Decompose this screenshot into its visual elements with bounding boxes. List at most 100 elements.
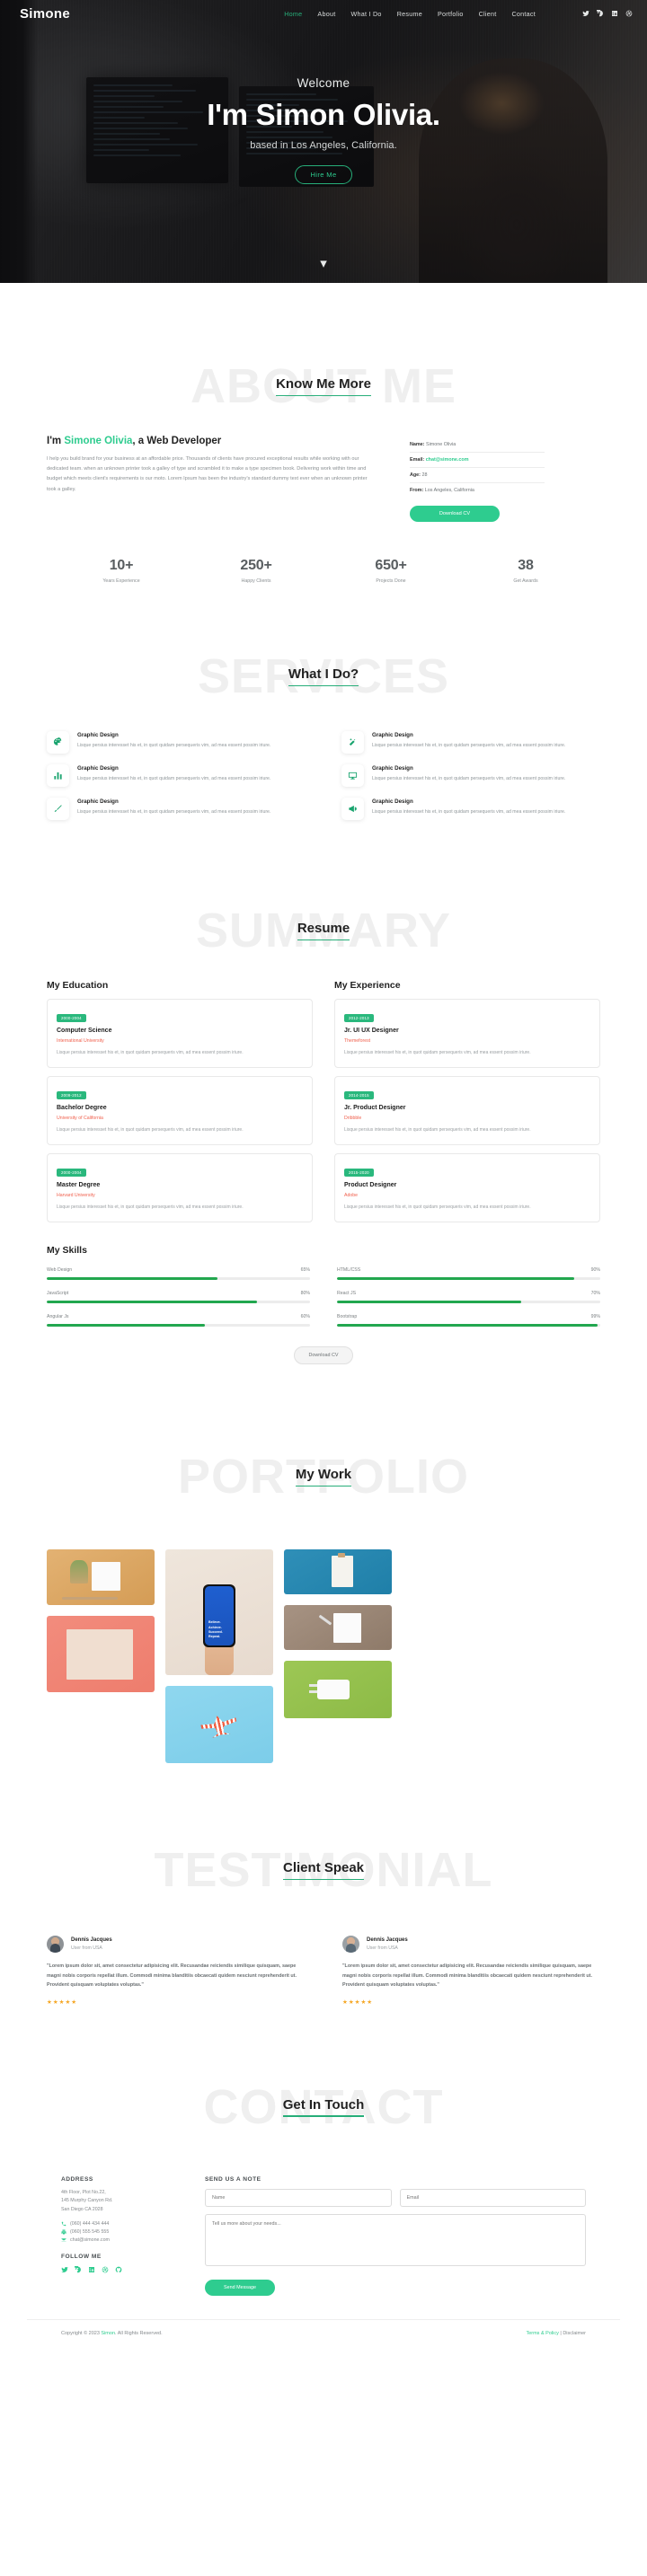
skill-item: Web Design 65% xyxy=(47,1267,310,1280)
email-input[interactable] xyxy=(399,2188,586,2207)
copyright-brand[interactable]: Simon xyxy=(101,2331,115,2336)
about-detail-email: Email: chat@simone.com xyxy=(410,453,545,468)
portfolio-tile-desk-plant-frame[interactable] xyxy=(47,1549,155,1605)
service-card[interactable]: Graphic Design Lisque persius interesset… xyxy=(341,726,600,759)
stat-projects-done: 650+ Projects Done xyxy=(324,558,458,584)
service-title: Graphic Design xyxy=(77,765,119,772)
skill-pct: 80% xyxy=(300,1291,310,1296)
paint-brush-icon xyxy=(47,798,69,820)
nav-menu: Home About What I Do Resume Portfolio Cl… xyxy=(284,10,536,18)
education-card: 2000-2004 Computer Science International… xyxy=(47,999,313,1068)
header-social-links xyxy=(582,10,633,17)
site-brand[interactable]: Simone xyxy=(20,6,70,22)
portfolio-tile-green-charger[interactable] xyxy=(284,1661,392,1718)
portfolio-tile-paper-plane[interactable] xyxy=(165,1686,273,1763)
bar-chart-icon xyxy=(47,764,69,787)
contact-fax[interactable]: (060) 555 545 555 xyxy=(61,2229,180,2235)
twitter-icon[interactable] xyxy=(582,10,589,17)
nav-item-what-i-do[interactable]: What I Do xyxy=(350,10,381,18)
portfolio-tile-stacked-papers[interactable] xyxy=(47,1616,155,1692)
dribbble-icon[interactable] xyxy=(625,10,633,17)
about-body-text: I help you build brand for your business… xyxy=(47,456,368,492)
send-message-button[interactable]: Send Message xyxy=(205,2279,275,2296)
portfolio-tile-blue-note-card[interactable] xyxy=(284,1549,392,1594)
contact-phone[interactable]: (060) 444 434 444 xyxy=(61,2221,180,2227)
stat-years-experience: 10+ Years Experience xyxy=(54,558,189,584)
download-cv-button-about[interactable]: Download CV xyxy=(410,506,500,522)
service-desc: Lisque persius interesset his et, in quo… xyxy=(77,776,271,781)
top-navigation-bar: Simone Home About What I Do Resume Portf… xyxy=(0,0,647,27)
about-detail-email-value[interactable]: chat@simone.com xyxy=(426,457,469,463)
education-org: Harvard University xyxy=(57,1193,95,1198)
hire-me-button[interactable]: Hire Me xyxy=(295,164,352,184)
skill-pct: 70% xyxy=(590,1291,600,1296)
hero-section: Simone Home About What I Do Resume Portf… xyxy=(0,0,647,283)
testimonial-card: Dennis Jacques User from USA "Lorem ipsu… xyxy=(342,1936,600,2006)
avatar xyxy=(342,1936,359,1953)
services-section-header: SERVICES What I Do? xyxy=(27,627,620,726)
skills-heading: My Skills xyxy=(47,1245,87,1256)
github-icon[interactable] xyxy=(115,2266,122,2273)
education-org: International University xyxy=(57,1038,104,1044)
stat-value: 250+ xyxy=(240,558,272,573)
testimonial-quote: "Lorem ipsum dolor sit, amet consectetur… xyxy=(342,1963,592,1989)
service-body: Graphic Design Lisque persius interesset… xyxy=(372,764,565,787)
experience-desc: Lisque persius interesset his et, in quo… xyxy=(344,1204,531,1210)
testimonial-author-name: Dennis Jacques xyxy=(367,1937,408,1943)
service-desc: Lisque persius interesset his et, in quo… xyxy=(372,776,566,781)
linkedin-icon[interactable] xyxy=(611,10,618,17)
service-title: Graphic Design xyxy=(372,765,413,772)
linkedin-icon[interactable] xyxy=(88,2266,95,2273)
skill-name: JavaScript xyxy=(47,1291,69,1296)
about-detail-from-value: Los Angeles, California xyxy=(424,488,474,493)
service-card[interactable]: Graphic Design Lisque persius interesset… xyxy=(47,726,306,759)
download-cv-button-resume[interactable]: Download CV xyxy=(293,1346,354,1364)
disclaimer-link[interactable]: Disclaimer xyxy=(563,2331,586,2336)
portfolio-tile-hand-holding-phone[interactable]: Believe. Achieve. Succeed. Repeat. xyxy=(165,1549,273,1675)
experience-years-badge: 2014-2015 xyxy=(344,1091,374,1099)
nav-item-home[interactable]: Home xyxy=(284,10,302,18)
service-card[interactable]: Graphic Design Lisque persius interesset… xyxy=(47,759,306,792)
services-grid: Graphic Design Lisque persius interesset… xyxy=(27,726,620,825)
rating-stars: ★★★★★ xyxy=(47,1998,78,2006)
nav-item-resume[interactable]: Resume xyxy=(397,10,422,18)
facebook-icon[interactable] xyxy=(597,10,604,17)
address-block: ADDRESS 4th Floor, Plot No.22, 145 Murph… xyxy=(61,2176,180,2273)
stat-value: 38 xyxy=(518,558,534,573)
skills-grid: Web Design 65% HTML/CSS 90% JavaScript 80% … xyxy=(27,1267,620,1327)
nav-item-portfolio[interactable]: Portfolio xyxy=(438,10,464,18)
education-desc: Lisque persius interesset his et, in quo… xyxy=(57,1050,244,1055)
message-textarea[interactable] xyxy=(205,2213,586,2266)
twitter-icon[interactable] xyxy=(61,2266,68,2273)
skill-name: React JS xyxy=(337,1291,357,1296)
testimonial-section-title: Client Speak xyxy=(282,1860,365,1880)
footer-links: Terms & Policy | Disclaimer xyxy=(526,2331,586,2336)
terms-policy-link[interactable]: Terms & Policy xyxy=(526,2331,558,2336)
nav-item-contact[interactable]: Contact xyxy=(511,10,536,18)
follow-heading: FOLLOW ME xyxy=(61,2253,102,2260)
service-card[interactable]: Graphic Design Lisque persius interesset… xyxy=(47,792,306,825)
chevron-down-icon[interactable]: ▾ xyxy=(320,257,327,270)
about-heading-pre: I'm xyxy=(47,436,65,446)
skill-item: Angular Js 60% xyxy=(47,1314,310,1327)
contact-email[interactable]: chat@simone.com xyxy=(61,2237,180,2243)
nav-item-client[interactable]: Client xyxy=(479,10,497,18)
skill-bar xyxy=(47,1277,310,1280)
magic-wand-icon xyxy=(341,731,364,754)
facebook-icon[interactable] xyxy=(75,2265,82,2273)
contact-phone-value: (060) 444 434 444 xyxy=(70,2220,110,2227)
stats-row: 10+ Years Experience 250+ Happy Clients … xyxy=(27,522,620,584)
about-section-title: Know Me More xyxy=(276,376,371,396)
service-desc: Lisque persius interesset his et, in quo… xyxy=(77,809,271,815)
portfolio-column-left xyxy=(47,1549,155,1692)
nav-item-about[interactable]: About xyxy=(317,10,335,18)
stat-get-awards: 38 Get Awards xyxy=(458,558,593,584)
education-card: 2009-2012 Bachelor Degree University of … xyxy=(47,1076,313,1145)
copyright-text: Copyright © 2023 Simon. All Rights Reser… xyxy=(61,2331,163,2336)
service-card[interactable]: Graphic Design Lisque persius interesset… xyxy=(341,792,600,825)
hero-welcome: Welcome xyxy=(297,75,350,90)
service-card[interactable]: Graphic Design Lisque persius interesset… xyxy=(341,759,600,792)
dribbble-icon[interactable] xyxy=(102,2266,109,2273)
name-input[interactable] xyxy=(205,2188,392,2207)
portfolio-tile-brown-desk-paper[interactable] xyxy=(284,1605,392,1650)
